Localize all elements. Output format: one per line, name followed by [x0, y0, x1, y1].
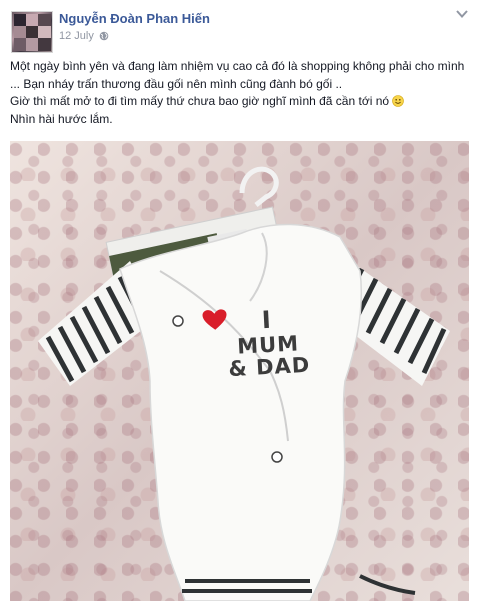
post-text-line-3: Nhìn hài hước lắm.	[10, 111, 113, 126]
hanger-hook	[239, 166, 279, 207]
globe-icon[interactable]	[99, 31, 109, 41]
snap-button	[172, 315, 184, 327]
post-date-link[interactable]: 12 July	[59, 30, 94, 42]
post-text: Một ngày bình yên và đang làm nhiệm vụ c…	[10, 58, 468, 128]
bodysuit-body	[119, 223, 363, 601]
post-meta: 12 July	[59, 30, 109, 42]
snap-button	[271, 451, 283, 463]
print-i: I	[261, 305, 273, 335]
post-text-line-2: Giờ thì mất mở to đi tìm mấy thứ chưa ba…	[10, 93, 468, 111]
post-photo[interactable]: I MUM & DAD	[10, 141, 469, 601]
post-text-line-2-content: Giờ thì mất mở to đi tìm mấy thứ chưa ba…	[10, 94, 390, 108]
bodysuit-print: I MUM & DAD	[201, 303, 335, 382]
post-text-line-1: Một ngày bình yên và đang làm nhiệm vụ c…	[10, 59, 465, 91]
facebook-post: Nguyễn Đoàn Phan Hiến 12 July Một ngày b…	[0, 0, 479, 603]
smile-icon	[392, 95, 405, 107]
heart-icon	[202, 309, 227, 330]
author-name-link[interactable]: Nguyễn Đoàn Phan Hiến	[59, 11, 210, 26]
chevron-down-icon[interactable]	[455, 9, 469, 19]
author-avatar[interactable]	[11, 11, 53, 53]
